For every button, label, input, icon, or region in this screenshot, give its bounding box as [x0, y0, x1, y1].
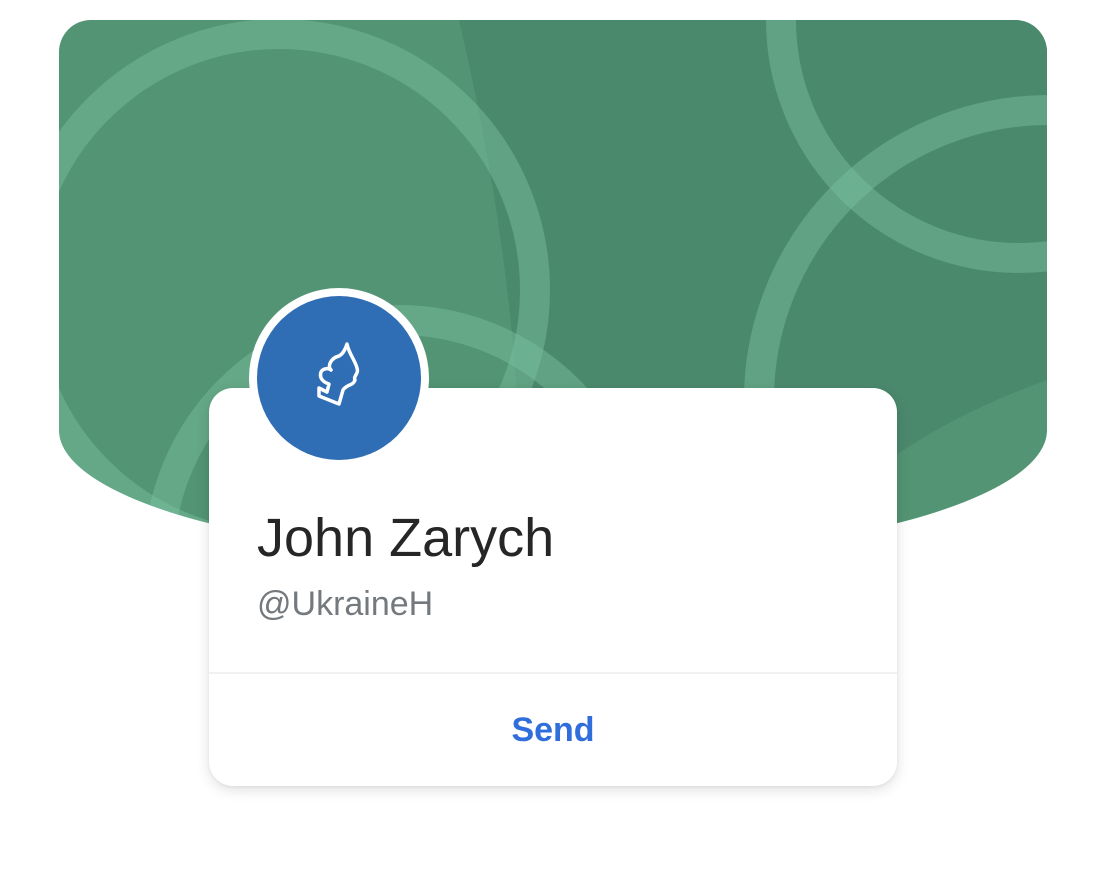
send-button[interactable]: Send	[209, 674, 897, 786]
contact-card-view: John Zarych @UkraineH Send	[0, 0, 1116, 870]
profile-name: John Zarych	[257, 508, 555, 568]
avatar-image	[257, 296, 421, 460]
profile-handle: @UkraineH	[257, 585, 434, 623]
avatar[interactable]	[249, 288, 429, 468]
flame-outline-icon	[317, 342, 360, 406]
